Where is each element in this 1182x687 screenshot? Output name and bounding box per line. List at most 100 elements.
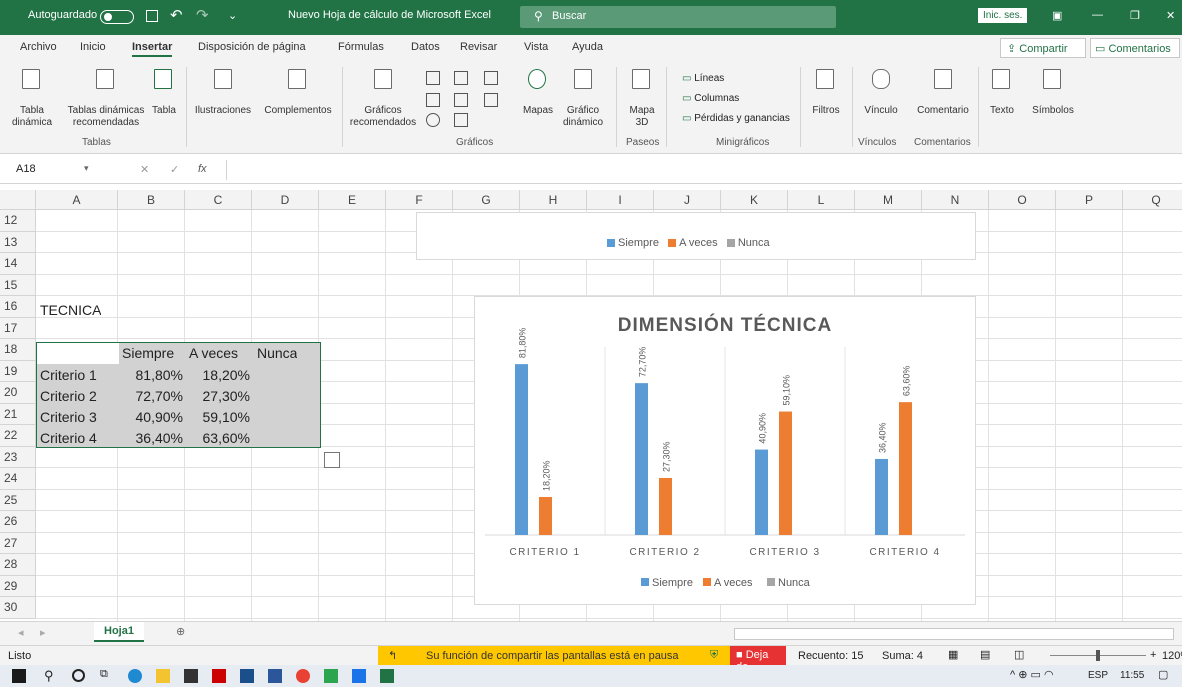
column-header-l[interactable]: L bbox=[788, 190, 855, 210]
text-button[interactable]: Texto bbox=[982, 69, 1022, 117]
netflix-icon[interactable] bbox=[212, 669, 226, 683]
illustrations-button[interactable]: Ilustraciones bbox=[188, 69, 258, 117]
row-header-15[interactable]: 15 bbox=[0, 274, 36, 296]
column-header-i[interactable]: I bbox=[587, 190, 654, 210]
word-icon[interactable] bbox=[268, 669, 282, 683]
store-icon[interactable] bbox=[184, 669, 198, 683]
formula-input[interactable] bbox=[226, 160, 1176, 180]
row-label-cell[interactable]: Criterio 3 bbox=[40, 407, 97, 428]
tab-inicio[interactable]: Inicio bbox=[80, 41, 106, 53]
search-box[interactable]: ⚲ Buscar bbox=[520, 6, 836, 28]
row-header-21[interactable]: 21 bbox=[0, 403, 36, 425]
pivot-chart-button[interactable]: Gráfico dinámico bbox=[556, 69, 610, 129]
column-header-e[interactable]: E bbox=[319, 190, 386, 210]
select-all-corner[interactable] bbox=[0, 190, 36, 210]
row-header-18[interactable]: 18 bbox=[0, 339, 36, 361]
sparkline-columns-button[interactable]: ▭ Columnas bbox=[682, 93, 739, 104]
column-header-m[interactable]: M bbox=[855, 190, 922, 210]
tab-disposicion[interactable]: Disposición de página bbox=[198, 41, 306, 53]
next-sheet-icon[interactable]: ▸ bbox=[40, 626, 46, 639]
column-header-o[interactable]: O bbox=[989, 190, 1056, 210]
column-header-k[interactable]: K bbox=[721, 190, 788, 210]
row-header-14[interactable]: 14 bbox=[0, 253, 36, 275]
tray-icons[interactable]: ^ ⊕ ▭ ◠ bbox=[1010, 668, 1054, 681]
header-nunca[interactable]: Nunca bbox=[257, 343, 297, 364]
row-header-17[interactable]: 17 bbox=[0, 317, 36, 339]
tab-datos[interactable]: Datos bbox=[411, 41, 440, 53]
column-header-p[interactable]: P bbox=[1056, 190, 1123, 210]
signin-button[interactable]: Inic. ses. bbox=[978, 8, 1028, 23]
tab-archivo[interactable]: Archivo bbox=[20, 41, 57, 53]
filters-button[interactable]: Filtros bbox=[804, 69, 848, 117]
recommended-charts-button[interactable]: Gráficos recomendados bbox=[346, 69, 420, 129]
zoom-in-icon[interactable]: + bbox=[1150, 649, 1156, 661]
map-3d-button[interactable]: Mapa 3D bbox=[620, 69, 664, 129]
close-icon[interactable]: ✕ bbox=[1166, 9, 1175, 22]
quick-access-icon[interactable]: ⌄ bbox=[228, 9, 237, 22]
row-header-13[interactable]: 13 bbox=[0, 231, 36, 253]
excel-icon[interactable] bbox=[380, 669, 394, 683]
row-header-19[interactable]: 19 bbox=[0, 360, 36, 382]
ribbon-display-icon[interactable]: ▣ bbox=[1052, 9, 1062, 22]
task-view-icon[interactable]: ⧉ bbox=[100, 668, 108, 681]
mail-icon[interactable] bbox=[240, 669, 254, 683]
chrome-icon[interactable] bbox=[296, 669, 310, 683]
tab-insertar[interactable]: Insertar bbox=[132, 41, 173, 57]
cancel-icon[interactable]: ✕ bbox=[140, 163, 149, 176]
minimize-icon[interactable]: — bbox=[1092, 9, 1103, 21]
column-header-h[interactable]: H bbox=[520, 190, 587, 210]
column-header-a[interactable]: A bbox=[36, 190, 118, 210]
pivot-table-button[interactable]: Tabla dinámica bbox=[6, 69, 58, 129]
prev-sheet-icon[interactable]: ◂ bbox=[18, 626, 24, 639]
row-header-23[interactable]: 23 bbox=[0, 446, 36, 468]
column-header-j[interactable]: J bbox=[654, 190, 721, 210]
table-button[interactable]: Tabla bbox=[146, 69, 182, 117]
row-header-29[interactable]: 29 bbox=[0, 575, 36, 597]
zoom-slider[interactable] bbox=[1050, 650, 1146, 661]
header-a-veces[interactable]: A veces bbox=[189, 343, 238, 364]
row-header-22[interactable]: 22 bbox=[0, 425, 36, 447]
comment-button[interactable]: Comentario bbox=[910, 69, 976, 117]
row-header-24[interactable]: 24 bbox=[0, 468, 36, 490]
waterfall-chart-icon[interactable] bbox=[484, 71, 498, 85]
undo-icon[interactable]: ↶ bbox=[170, 6, 183, 24]
line-chart-icon[interactable] bbox=[426, 93, 440, 107]
horizontal-scrollbar[interactable] bbox=[734, 628, 1174, 640]
name-box[interactable]: A18 bbox=[4, 163, 80, 179]
quick-analysis-icon[interactable] bbox=[324, 452, 340, 468]
share-button[interactable]: ⇪ Compartir bbox=[1000, 38, 1086, 58]
row-label-cell[interactable]: Criterio 2 bbox=[40, 386, 97, 407]
link-button[interactable]: Vínculo bbox=[856, 69, 906, 117]
column-header-b[interactable]: B bbox=[118, 190, 185, 210]
column-header-g[interactable]: G bbox=[453, 190, 520, 210]
sheet-tab-hoja1[interactable]: Hoja1 bbox=[94, 622, 144, 642]
files-icon[interactable] bbox=[156, 669, 170, 683]
column-chart-icon[interactable] bbox=[426, 71, 440, 85]
row-header-20[interactable]: 20 bbox=[0, 382, 36, 404]
maps-button[interactable]: Mapas bbox=[518, 69, 558, 117]
row-header-12[interactable]: 12 bbox=[0, 210, 36, 232]
value-cell[interactable]: 72,70% bbox=[119, 386, 183, 407]
combo-chart-icon[interactable] bbox=[484, 93, 498, 107]
addins-button[interactable]: Complementos bbox=[258, 69, 338, 117]
value-cell[interactable]: 81,80% bbox=[119, 365, 183, 386]
column-header-d[interactable]: D bbox=[252, 190, 319, 210]
restore-icon[interactable]: ❐ bbox=[1130, 9, 1140, 22]
column-header-n[interactable]: N bbox=[922, 190, 989, 210]
tab-revisar[interactable]: Revisar bbox=[460, 41, 497, 53]
value-cell[interactable]: 18,20% bbox=[186, 365, 250, 386]
pie-chart-icon[interactable] bbox=[426, 113, 440, 127]
column-header-f[interactable]: F bbox=[386, 190, 453, 210]
clock[interactable]: 11:55 bbox=[1120, 670, 1144, 681]
cortana-icon[interactable] bbox=[72, 669, 85, 682]
chart-dimension-tecnica[interactable]: DIMENSIÓN TÉCNICA CRITERIO 1 81,80% 18,20% C… bbox=[474, 296, 976, 605]
page-layout-icon[interactable]: ▤ bbox=[980, 648, 990, 661]
windows-start-icon[interactable] bbox=[12, 669, 26, 683]
value-cell[interactable]: 27,30% bbox=[186, 386, 250, 407]
redo-icon[interactable]: ↷ bbox=[196, 6, 209, 24]
value-cell[interactable]: 63,60% bbox=[186, 428, 250, 449]
row-header-16[interactable]: 16 bbox=[0, 296, 36, 318]
language[interactable]: ESP bbox=[1088, 670, 1108, 681]
scatter-chart-icon[interactable] bbox=[454, 113, 468, 127]
normal-view-icon[interactable]: ▦ bbox=[948, 648, 958, 661]
